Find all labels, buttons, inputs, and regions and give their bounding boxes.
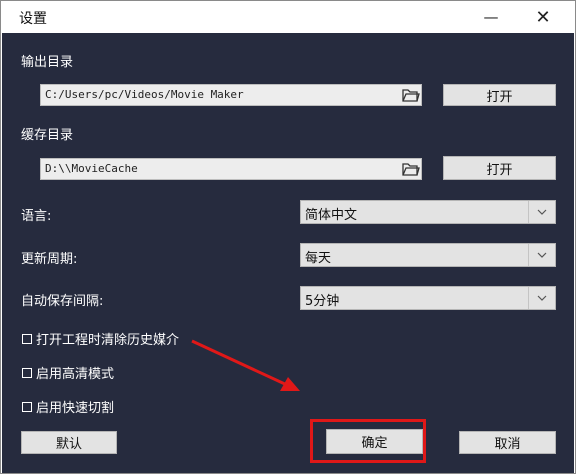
update-period-select[interactable]: 每天	[300, 243, 556, 267]
language-label: 语言:	[21, 209, 52, 224]
cancel-button[interactable]: 取消	[459, 431, 556, 454]
output-dir-open-button[interactable]: 打开	[443, 84, 556, 106]
cache-dir-label: 缓存目录	[21, 128, 74, 143]
language-selected: 简体中文	[305, 208, 358, 223]
folder-icon[interactable]	[402, 162, 420, 176]
checkbox-box[interactable]	[22, 367, 32, 378]
cache-dir-value: D:\\MovieCache	[45, 162, 138, 175]
update-period-label: 更新周期:	[21, 252, 78, 267]
close-icon: ✕	[535, 6, 551, 28]
window-title: 设置	[19, 11, 47, 27]
cache-dir-open-button[interactable]: 打开	[443, 156, 556, 180]
settings-window: 设置 — ✕ 输出目录 C:/Users/pc/Videos/Movie Mak…	[0, 0, 576, 474]
ok-button-highlight	[310, 419, 426, 463]
fast-cut-label: 启用快速切割	[36, 401, 115, 416]
output-dir-field[interactable]: C:/Users/pc/Videos/Movie Maker	[40, 84, 422, 106]
language-select[interactable]: 简体中文	[300, 200, 556, 224]
cache-dir-field[interactable]: D:\\MovieCache	[40, 158, 422, 180]
autosave-interval-label: 自动保存间隔:	[21, 294, 104, 309]
autosave-interval-select[interactable]: 5分钟	[300, 286, 556, 310]
chevron-down-icon	[528, 244, 555, 266]
output-dir-value: C:/Users/pc/Videos/Movie Maker	[45, 88, 244, 101]
minimize-icon: —	[483, 8, 499, 26]
clear-history-checkbox[interactable]: 打开工程时清除历史媒介	[22, 329, 179, 348]
title-bar: 设置 — ✕	[1, 1, 575, 33]
close-button[interactable]: ✕	[521, 1, 565, 33]
folder-icon[interactable]	[402, 88, 420, 102]
fast-cut-checkbox[interactable]: 启用快速切割	[22, 397, 114, 416]
settings-panel: 输出目录 C:/Users/pc/Videos/Movie Maker 打开 缓…	[2, 33, 574, 473]
chevron-down-icon	[528, 287, 555, 309]
output-dir-label: 输出目录	[21, 55, 74, 70]
default-button[interactable]: 默认	[21, 431, 117, 454]
clear-history-label: 打开工程时清除历史媒介	[36, 333, 180, 348]
annotation-arrow-icon	[191, 339, 300, 391]
hd-mode-checkbox[interactable]: 启用高清模式	[22, 363, 114, 382]
chevron-down-icon	[528, 201, 555, 223]
autosave-interval-selected: 5分钟	[305, 294, 340, 309]
hd-mode-label: 启用高清模式	[36, 367, 115, 382]
minimize-button[interactable]: —	[469, 1, 513, 33]
checkbox-box[interactable]	[22, 333, 32, 344]
checkbox-box[interactable]	[22, 401, 32, 412]
update-period-selected: 每天	[305, 251, 332, 266]
